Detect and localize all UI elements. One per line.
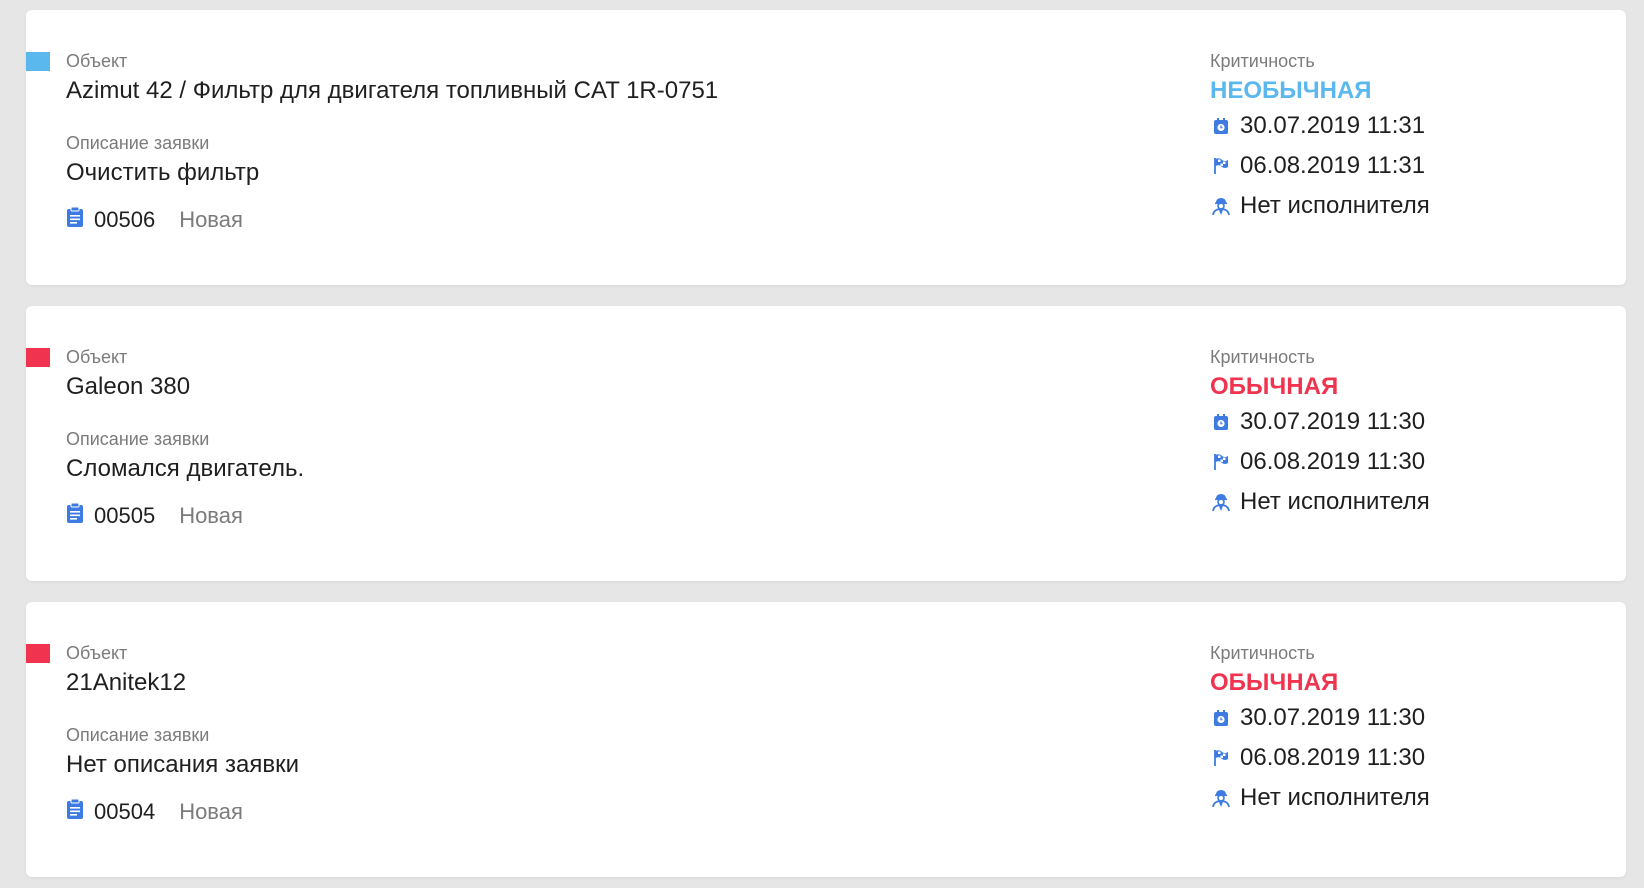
worker-icon — [1210, 492, 1232, 512]
criticality-label: Критичность — [1210, 643, 1315, 663]
ticket-number: 00504 — [94, 799, 156, 824]
checkered-flag-icon — [1210, 453, 1232, 471]
request-list: Объект Azimut 42 / Фильтр для двигателя … — [0, 0, 1644, 888]
card-main: Объект Azimut 42 / Фильтр для двигателя … — [66, 50, 718, 234]
deadline-date: 06.08.2019 11:31 — [1240, 152, 1426, 179]
criticality-flag — [26, 348, 50, 367]
object-label: Объект — [66, 51, 128, 71]
clipboard-icon — [66, 206, 84, 234]
deadline-date: 06.08.2019 11:30 — [1240, 448, 1426, 475]
criticality-flag — [26, 644, 50, 663]
created-row: 30.07.2019 11:30 — [1210, 698, 1430, 738]
criticality-value: ОБЫЧНАЯ — [1210, 669, 1339, 696]
deadline-row: 06.08.2019 11:30 — [1210, 738, 1430, 778]
request-card[interactable]: Объект Azimut 42 / Фильтр для двигателя … — [26, 10, 1626, 285]
card-side: Критичность ОБЫЧНАЯ 30.07.2019 11:30 06.… — [1210, 346, 1430, 522]
ticket-number: 00505 — [94, 503, 156, 528]
object-label: Объект — [66, 643, 128, 663]
checkered-flag-icon — [1210, 157, 1232, 175]
ticket-meta: 00504 Новая — [66, 798, 299, 826]
clipboard-icon — [66, 798, 84, 826]
description-value: Нет описания заявки — [66, 751, 299, 778]
created-row: 30.07.2019 11:31 — [1210, 106, 1430, 146]
assignee-value: Нет исполнителя — [1240, 784, 1430, 811]
object-value: Azimut 42 / Фильтр для двигателя топливн… — [66, 77, 719, 104]
ticket-status: Новая — [179, 799, 243, 824]
criticality-label: Критичность — [1210, 51, 1315, 71]
object-value: Galeon 380 — [66, 373, 191, 400]
assignee-value: Нет исполнителя — [1240, 488, 1430, 515]
description-label: Описание заявки — [66, 725, 210, 745]
assignee-row: Нет исполнителя — [1210, 482, 1430, 522]
request-card[interactable]: Объект Galeon 380 Описание заявки Сломал… — [26, 306, 1626, 581]
criticality-flag — [26, 52, 50, 71]
object-label: Объект — [66, 347, 128, 367]
ticket-status: Новая — [179, 207, 243, 232]
deadline-row: 06.08.2019 11:31 — [1210, 146, 1430, 186]
card-side: Критичность ОБЫЧНАЯ 30.07.2019 11:30 06.… — [1210, 642, 1430, 818]
object-value: 21Anitek12 — [66, 669, 187, 696]
created-date: 30.07.2019 11:31 — [1240, 112, 1426, 139]
card-side: Критичность НЕОБЫЧНАЯ 30.07.2019 11:31 0… — [1210, 50, 1430, 226]
deadline-row: 06.08.2019 11:30 — [1210, 442, 1430, 482]
request-card[interactable]: Объект 21Anitek12 Описание заявки Нет оп… — [26, 602, 1626, 877]
criticality-value: НЕОБЫЧНАЯ — [1210, 77, 1372, 104]
worker-icon — [1210, 196, 1232, 216]
worker-icon — [1210, 788, 1232, 808]
created-row: 30.07.2019 11:30 — [1210, 402, 1430, 442]
created-date: 30.07.2019 11:30 — [1240, 408, 1426, 435]
calendar-clock-icon — [1210, 117, 1232, 135]
ticket-status: Новая — [179, 503, 243, 528]
card-main: Объект Galeon 380 Описание заявки Сломал… — [66, 346, 304, 530]
clipboard-icon — [66, 502, 84, 530]
calendar-clock-icon — [1210, 709, 1232, 727]
checkered-flag-icon — [1210, 749, 1232, 767]
calendar-clock-icon — [1210, 413, 1232, 431]
description-value: Очистить фильтр — [66, 159, 260, 186]
description-label: Описание заявки — [66, 133, 210, 153]
ticket-number: 00506 — [94, 207, 156, 232]
criticality-value: ОБЫЧНАЯ — [1210, 373, 1339, 400]
assignee-value: Нет исполнителя — [1240, 192, 1430, 219]
assignee-row: Нет исполнителя — [1210, 778, 1430, 818]
deadline-date: 06.08.2019 11:30 — [1240, 744, 1426, 771]
created-date: 30.07.2019 11:30 — [1240, 704, 1426, 731]
description-value: Сломался двигатель. — [66, 455, 305, 482]
ticket-meta: 00505 Новая — [66, 502, 304, 530]
ticket-meta: 00506 Новая — [66, 206, 718, 234]
criticality-label: Критичность — [1210, 347, 1315, 367]
assignee-row: Нет исполнителя — [1210, 186, 1430, 226]
card-main: Объект 21Anitek12 Описание заявки Нет оп… — [66, 642, 299, 826]
description-label: Описание заявки — [66, 429, 210, 449]
